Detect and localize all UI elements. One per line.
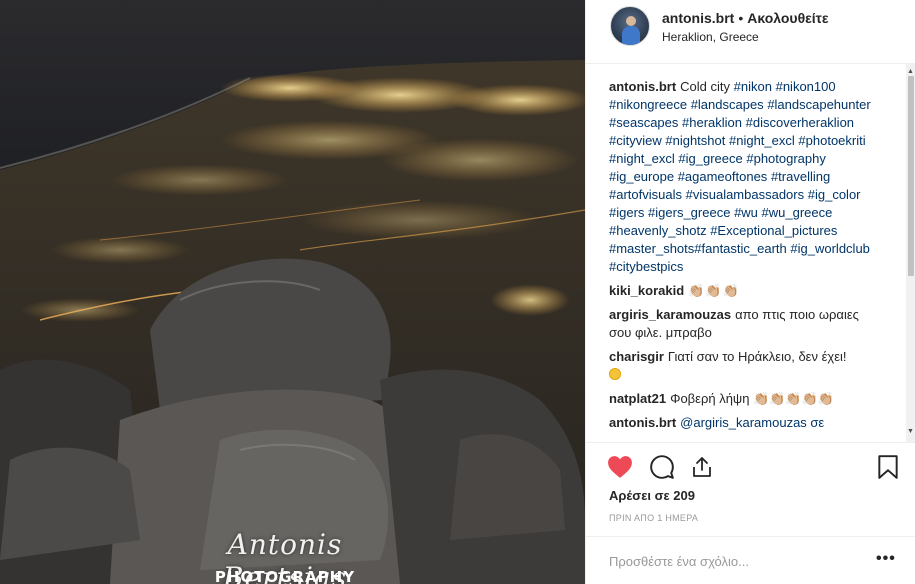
hashtag-link[interactable]: #heraklion bbox=[682, 115, 742, 130]
share-button[interactable] bbox=[688, 453, 716, 481]
avatar-head bbox=[626, 16, 636, 26]
post-side-panel: antonis.brt • Ακολουθείτε Heraklion, Greec… bbox=[585, 0, 915, 584]
hashtag-link[interactable]: #landscapes bbox=[691, 97, 764, 112]
add-comment-bar: ••• bbox=[586, 536, 915, 584]
hashtag-link[interactable]: #seascapes bbox=[609, 115, 678, 130]
comments-list[interactable]: antonis.brt Cold city #nikon #nikon100 #n… bbox=[586, 64, 915, 442]
hashtag-link[interactable]: #heavenly_shotz bbox=[609, 223, 707, 238]
photographer-signature-sub: PHOTOGRAPHY bbox=[214, 568, 356, 584]
hashtag-link[interactable]: #agameoftones bbox=[678, 169, 768, 184]
separator-dot: • bbox=[738, 10, 744, 26]
post-photo[interactable]: Antonis Bertsias PHOTOGRAPHY bbox=[0, 0, 585, 584]
following-button[interactable]: Ακολουθείτε bbox=[747, 10, 828, 26]
hashtag-link[interactable]: #nightshot bbox=[665, 133, 725, 148]
save-button[interactable] bbox=[874, 453, 902, 481]
hashtag-link[interactable]: #night_excl bbox=[729, 133, 795, 148]
caption-text: Cold city bbox=[680, 79, 731, 94]
comment-username[interactable]: natplat21 bbox=[609, 391, 666, 406]
hashtag-link[interactable]: #artofvisuals bbox=[609, 187, 682, 202]
hashtag-link[interactable]: #Exceptional_pictures bbox=[710, 223, 837, 238]
hashtag-link[interactable]: #travelling bbox=[771, 169, 830, 184]
avatar-body bbox=[622, 26, 640, 45]
hashtag-link[interactable]: #citybestpics bbox=[609, 259, 683, 274]
comment-username[interactable]: kiki_korakid bbox=[609, 283, 684, 298]
comment-item: kiki_korakid 👏🏼👏🏼👏🏼 bbox=[609, 282, 882, 300]
avatar[interactable] bbox=[610, 6, 650, 46]
like-button[interactable] bbox=[606, 453, 634, 481]
smiley-emoji-icon bbox=[609, 368, 621, 380]
hashtag-link[interactable]: #wu_greece bbox=[762, 205, 833, 220]
comment-text: 👏🏼👏🏼👏🏼 bbox=[688, 283, 740, 298]
comment-input[interactable] bbox=[609, 551, 859, 571]
hashtag-link[interactable]: #cityview bbox=[609, 133, 662, 148]
scroll-down-arrow-icon[interactable]: ▼ bbox=[907, 428, 914, 436]
comment-item: argiris_karamouzas απο πτις ποιο ωραιες σ… bbox=[609, 306, 882, 342]
post-caption: antonis.brt Cold city #nikon #nikon100 #n… bbox=[609, 78, 882, 276]
comment-text: Γιατί σαν το Ηράκλειο, δεν έχει! bbox=[667, 349, 847, 364]
comment-text: @argiris_karamouzas σε bbox=[680, 415, 825, 430]
hashtag-link[interactable]: #photoekriti bbox=[798, 133, 865, 148]
comment-username[interactable]: argiris_karamouzas bbox=[609, 307, 731, 322]
hashtag-link[interactable]: #visualambassadors bbox=[686, 187, 805, 202]
comments-scrollbar[interactable]: ▲ ▼ bbox=[906, 64, 915, 442]
heart-icon bbox=[608, 456, 632, 478]
hashtag-link[interactable]: #ig_europe bbox=[609, 169, 674, 184]
hashtag-link[interactable]: #night_excl bbox=[609, 151, 675, 166]
comment-item: natplat21 Φοβερή λήψη 👏🏼👏🏼👏🏼👏🏼👏🏼 bbox=[609, 390, 882, 408]
action-bar bbox=[586, 442, 915, 492]
caption-username[interactable]: antonis.brt bbox=[609, 79, 676, 94]
hashtag-link[interactable]: #ig_worldclub bbox=[790, 241, 870, 256]
scroll-thumb[interactable] bbox=[908, 76, 914, 276]
header-user-line: antonis.brt • Ακολουθείτε bbox=[662, 10, 829, 26]
comment-item: antonis.brt @argiris_karamouzas σε bbox=[609, 414, 882, 432]
hashtag-link[interactable]: #wu bbox=[734, 205, 758, 220]
comment-text: Φοβερή λήψη 👏🏼👏🏼👏🏼👏🏼👏🏼 bbox=[670, 391, 834, 406]
location-link[interactable]: Heraklion, Greece bbox=[662, 30, 759, 44]
photo-scene bbox=[0, 0, 585, 584]
likes-count[interactable]: Αρέσει σε 209 bbox=[609, 488, 695, 503]
post-timestamp[interactable]: ΠΡΙΝ ΑΠΟ 1 ΗΜΕΡΑ bbox=[609, 513, 698, 523]
header-username[interactable]: antonis.brt bbox=[662, 10, 734, 26]
hashtag-link[interactable]: #ig_color bbox=[808, 187, 861, 202]
comment-bubble-icon bbox=[650, 455, 674, 479]
hashtag-link[interactable]: #igers_greece bbox=[648, 205, 730, 220]
comment-item: charisgir Γιατί σαν το Ηράκλειο, δεν έχει… bbox=[609, 348, 882, 384]
hashtag-link[interactable]: #igers bbox=[609, 205, 644, 220]
hashtag-link[interactable]: #nikon100 bbox=[776, 79, 836, 94]
hashtag-link[interactable]: #photography bbox=[746, 151, 826, 166]
post-header: antonis.brt • Ακολουθείτε Heraklion, Greec… bbox=[586, 0, 915, 64]
hashtag-link[interactable]: #nikongreece bbox=[609, 97, 687, 112]
hashtag-link[interactable]: #ig_greece bbox=[678, 151, 742, 166]
hashtag-link[interactable]: #discoverheraklion bbox=[746, 115, 854, 130]
comment-button[interactable] bbox=[648, 453, 676, 481]
hashtag-link[interactable]: #nikon bbox=[734, 79, 772, 94]
bookmark-icon bbox=[878, 455, 898, 479]
hashtag-link[interactable]: #master_shots#fantastic_earth bbox=[609, 241, 787, 256]
comment-username[interactable]: antonis.brt bbox=[609, 415, 676, 430]
scroll-up-arrow-icon[interactable]: ▲ bbox=[907, 68, 914, 76]
hashtag-link[interactable]: #landscapehunter bbox=[767, 97, 870, 112]
comment-username[interactable]: charisgir bbox=[609, 349, 664, 364]
share-icon bbox=[693, 457, 711, 477]
caption-hashtags: #nikon #nikon100 #nikongreece #landscape… bbox=[609, 79, 871, 274]
more-options-icon[interactable]: ••• bbox=[876, 550, 896, 568]
